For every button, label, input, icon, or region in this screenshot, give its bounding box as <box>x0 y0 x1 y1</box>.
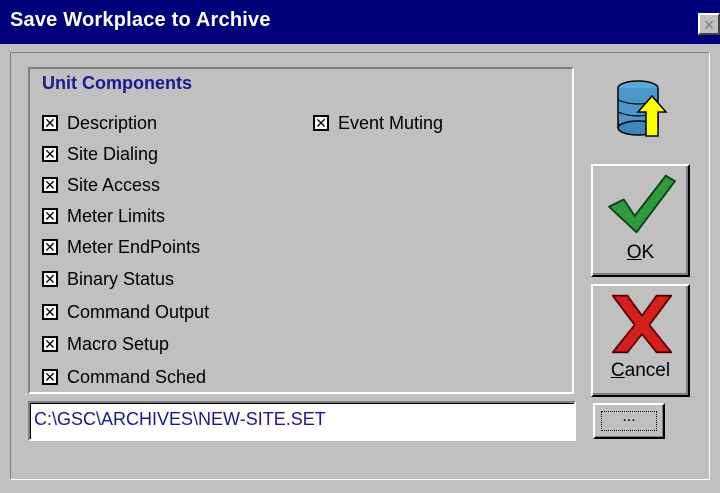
checkbox-box[interactable]: ✕ <box>42 115 58 131</box>
checkbox-label: Command Output <box>67 301 210 322</box>
checkbox-label: Macro Setup <box>67 333 170 354</box>
checkbox-site-access[interactable]: ✕ Site Access <box>42 173 160 197</box>
checkbox-event-muting[interactable]: ✕ Event Muting <box>313 111 443 135</box>
checkbox-box[interactable]: ✕ <box>42 304 58 320</box>
close-icon[interactable]: × <box>698 13 720 35</box>
checkbox-label: Site Access <box>67 174 161 195</box>
cancel-button[interactable]: Cancel <box>591 284 690 397</box>
checkbox-label: Command Sched <box>67 366 207 387</box>
checkbox-meter-endpoints[interactable]: ✕ Meter EndPoints <box>42 235 200 259</box>
ok-button[interactable]: OK <box>591 164 690 277</box>
checkbox-label: Binary Status <box>67 268 175 289</box>
checkbox-description[interactable]: ✕ Description <box>42 111 157 135</box>
ok-label: OK <box>626 242 655 263</box>
window-title: Save Workplace to Archive <box>10 9 271 31</box>
database-upload-icon <box>617 80 668 137</box>
cancel-label: Cancel <box>610 360 671 381</box>
checkbox-macro-setup[interactable]: ✕ Macro Setup <box>42 332 169 356</box>
browse-label: ... <box>601 409 657 431</box>
checkbox-box[interactable]: ✕ <box>42 271 58 287</box>
checkbox-meter-limits[interactable]: ✕ Meter Limits <box>42 204 165 228</box>
x-mark-icon <box>611 294 673 354</box>
checkbox-box[interactable]: ✕ <box>42 146 58 162</box>
checkbox-box[interactable]: ✕ <box>42 239 58 255</box>
title-bar: Save Workplace to Archive × <box>0 0 720 44</box>
checkbox-label: Event Muting <box>338 112 444 133</box>
checkbox-label: Description <box>67 112 158 133</box>
checkbox-box[interactable]: ✕ <box>42 177 58 193</box>
checkbox-label: Meter EndPoints <box>67 236 201 257</box>
checkbox-command-output[interactable]: ✕ Command Output <box>42 300 209 324</box>
checkbox-command-sched[interactable]: ✕ Command Sched <box>42 365 206 389</box>
checkmark-icon <box>608 174 676 234</box>
checkbox-label: Meter Limits <box>67 205 166 226</box>
archive-path-field[interactable]: C:\GSC\ARCHIVES\NEW-SITE.SET <box>28 401 576 441</box>
checkbox-box[interactable]: ✕ <box>313 115 329 131</box>
checkbox-binary-status[interactable]: ✕ Binary Status <box>42 267 174 291</box>
browse-button[interactable]: ... <box>593 403 665 439</box>
checkbox-site-dialing[interactable]: ✕ Site Dialing <box>42 142 158 166</box>
checkbox-box[interactable]: ✕ <box>42 336 58 352</box>
group-title: Unit Components <box>42 73 192 93</box>
checkbox-box[interactable]: ✕ <box>42 369 58 385</box>
checkbox-label: Site Dialing <box>67 143 159 164</box>
checkbox-box[interactable]: ✕ <box>42 208 58 224</box>
